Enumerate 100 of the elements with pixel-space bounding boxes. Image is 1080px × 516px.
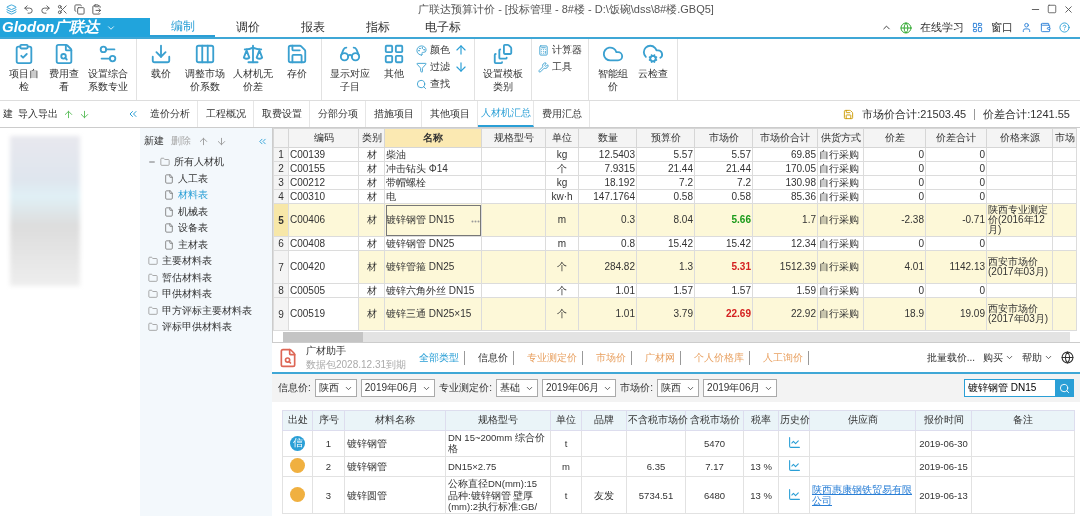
- action-menu[interactable]: 购买: [983, 350, 1014, 365]
- ribbon-button[interactable]: 存价: [279, 43, 315, 81]
- ribbon-button[interactable]: 查找: [416, 77, 450, 91]
- table-cell: 6.35: [646, 460, 666, 472]
- dropdown[interactable]: 2019年06月: [360, 379, 436, 397]
- toolbar-button[interactable]: 新建: [144, 134, 164, 148]
- assistant-title[interactable]: 广材助手: [306, 343, 407, 358]
- menu-link[interactable]: 窗口: [991, 20, 1013, 35]
- table-cell: kw·h: [551, 190, 573, 202]
- menu-link[interactable]: 在线学习: [920, 20, 964, 35]
- table-cell: 材: [366, 190, 377, 202]
- toolbar-button[interactable]: 导入导出: [18, 107, 58, 121]
- menu-tab[interactable]: 调价: [215, 18, 280, 37]
- table-cell: 21.44: [725, 162, 751, 174]
- column-header[interactable]: 市场: [1052, 128, 1077, 148]
- view-tab[interactable]: 措施项目: [366, 101, 422, 127]
- view-tab[interactable]: 工程概况: [198, 101, 254, 127]
- tree-item[interactable]: 所有人材机: [144, 154, 268, 171]
- dropdown[interactable]: 陕西: [657, 379, 700, 397]
- table-cell: 5470: [703, 437, 726, 449]
- ribbon-button[interactable]: 智能组价: [595, 43, 631, 93]
- tree-item[interactable]: 机械表: [144, 203, 268, 220]
- tree-item[interactable]: 人工表: [144, 170, 268, 187]
- row-number[interactable]: 9: [273, 297, 289, 331]
- column-header[interactable]: 市场价合计: [752, 128, 818, 148]
- column-header[interactable]: 类别: [358, 128, 385, 148]
- tree-item[interactable]: 评标甲供材料表: [144, 319, 268, 336]
- column-header[interactable]: 价差: [863, 128, 926, 148]
- table-cell: m: [557, 214, 567, 225]
- column-header[interactable]: 规格型号: [481, 128, 546, 148]
- menu-tab[interactable]: 指标: [345, 18, 410, 37]
- view-tab[interactable]: 其他项目: [422, 101, 478, 127]
- tree-item[interactable]: 主要材料表: [144, 253, 268, 270]
- column-header[interactable]: 数量: [578, 128, 637, 148]
- column-header: 历史价: [778, 410, 810, 431]
- ribbon-button[interactable]: 颜色: [416, 43, 450, 57]
- ribbon-button[interactable]: 费用查看: [46, 43, 82, 93]
- table-cell: 12.34: [790, 237, 816, 249]
- action-menu[interactable]: 批量载价...: [926, 350, 975, 365]
- filter-label: 专业测定价:: [439, 381, 492, 395]
- dropdown[interactable]: 基础: [495, 379, 538, 397]
- ribbon-button[interactable]: 载价: [143, 43, 179, 81]
- ribbon-button[interactable]: 人材机无价差: [231, 43, 275, 93]
- table-cell: 21.44: [667, 162, 693, 174]
- ribbon-button[interactable]: 计算器: [538, 43, 582, 57]
- column-header[interactable]: 单位: [545, 128, 579, 148]
- table-cell: 镀锌三通 DN25×15: [386, 308, 472, 319]
- table-cell: 2019-06-30: [919, 437, 968, 449]
- table-cell: 5.66: [731, 214, 751, 225]
- ribbon-button[interactable]: 云检查: [635, 43, 671, 81]
- table-cell: C00139: [290, 148, 326, 160]
- dropdown[interactable]: 2019年06月: [703, 379, 778, 397]
- view-tab[interactable]: 取费设置: [254, 101, 310, 127]
- column-header[interactable]: 市场价: [694, 128, 753, 148]
- tree-item[interactable]: 主材表: [144, 236, 268, 253]
- ribbon-button[interactable]: 工具: [538, 60, 582, 74]
- menu-tab[interactable]: 电子标: [410, 18, 475, 37]
- table-cell: 材: [366, 214, 377, 225]
- dropdown[interactable]: 2019年06月: [541, 379, 617, 397]
- table-cell: 85.36: [790, 190, 816, 202]
- column-header[interactable]: 编码: [288, 128, 359, 148]
- column-header: 单位: [550, 410, 582, 431]
- view-tab[interactable]: 分部分项: [310, 101, 366, 127]
- table-cell: DN15×2.75: [448, 460, 497, 472]
- tree-item[interactable]: 甲方评标主要材料表: [144, 302, 268, 319]
- table-cell: 0.3: [621, 214, 635, 225]
- table-cell: 13 %: [750, 460, 772, 472]
- view-tab[interactable]: 造价分析: [142, 101, 198, 127]
- view-tab[interactable]: 费用汇总: [534, 101, 590, 127]
- ribbon-button[interactable]: 显示对应子目: [328, 43, 372, 93]
- tree-item[interactable]: 暂估材料表: [144, 269, 268, 286]
- table-cell: 13 %: [750, 489, 772, 501]
- row-number[interactable]: 7: [273, 250, 289, 284]
- ribbon-button[interactable]: 过滤: [416, 60, 450, 74]
- ribbon-button[interactable]: 设置综合系数专业: [86, 43, 130, 93]
- search-field[interactable]: 镀锌钢管 DN15: [964, 379, 1074, 397]
- table-cell: 1.01: [615, 284, 635, 296]
- column-header[interactable]: 预算价: [636, 128, 695, 148]
- table-cell: 自行采购: [819, 261, 859, 272]
- ribbon-button[interactable]: 调整市场价系数: [183, 43, 227, 93]
- table-cell: 7.2: [679, 176, 693, 188]
- action-menu[interactable]: 帮助: [1022, 350, 1053, 365]
- table-cell: 2019-06-15: [919, 460, 968, 472]
- ribbon-button[interactable]: 项目自检: [6, 43, 42, 93]
- ribbon-button[interactable]: 设置模板类别: [481, 43, 525, 93]
- tree-item[interactable]: 设备表: [144, 220, 268, 237]
- source-tab[interactable]: 信息价: [473, 350, 515, 365]
- dropdown[interactable]: 陕西: [314, 379, 357, 397]
- menu-tab[interactable]: 报表: [280, 18, 345, 37]
- table-cell: C00406: [290, 214, 326, 225]
- toolbar-button[interactable]: 建: [3, 107, 13, 121]
- row-number[interactable]: 5: [273, 203, 289, 237]
- column-header[interactable]: 名称: [384, 128, 482, 148]
- tree-item[interactable]: 甲供材料表: [144, 286, 268, 303]
- table-cell: 镀锌钢管: [347, 437, 387, 449]
- column-header[interactable]: 供货方式: [817, 128, 864, 148]
- ribbon-button[interactable]: 其他: [376, 43, 412, 81]
- table-cell: 0.58: [731, 190, 751, 202]
- column-header[interactable]: 价格来源: [986, 128, 1053, 148]
- column-header[interactable]: 价差合计: [925, 128, 987, 148]
